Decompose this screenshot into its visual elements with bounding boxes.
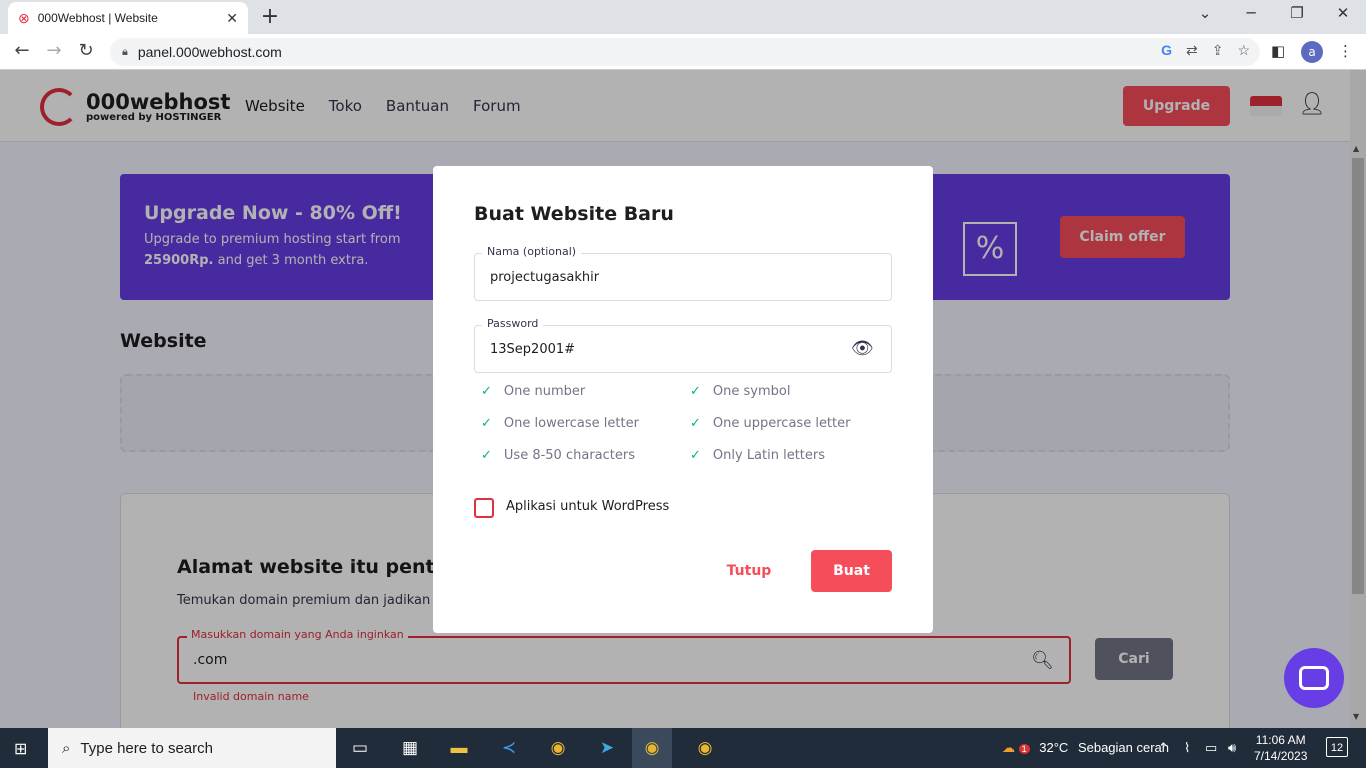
close-window-icon[interactable]: ✕ xyxy=(1320,4,1366,22)
password-label: Password xyxy=(482,317,544,330)
profile-avatar[interactable]: a xyxy=(1301,41,1323,63)
check-icon: ✓ xyxy=(690,448,701,463)
chat-icon xyxy=(1299,666,1329,690)
browser-tab-bar: ⊗ 000Webhost | Website ✕ + ⌄ ─ ❐ ✕ xyxy=(0,0,1366,34)
file-explorer-icon[interactable]: ▬ xyxy=(439,734,479,762)
telegram-icon[interactable]: ➤ xyxy=(587,734,627,762)
password-input[interactable]: 13Sep2001# xyxy=(474,325,892,373)
weather-icon: ☁ xyxy=(1002,740,1015,755)
store-icon[interactable]: ▦ xyxy=(390,734,430,762)
reload-icon[interactable]: ↻ xyxy=(74,40,98,61)
weather-widget[interactable]: ☁ 1 32°C Sebagian cerah xyxy=(1002,740,1169,756)
address-bar[interactable]: 🔒︎ panel.000webhost.com G ⇄ ⇪ ☆ xyxy=(110,38,1260,66)
restore-icon[interactable]: ❐ xyxy=(1274,4,1320,22)
search-icon: ⌕ xyxy=(62,739,71,757)
weather-temp: 32°C xyxy=(1039,740,1069,755)
requirement-item: ✓ One uppercase letter xyxy=(690,416,851,431)
windows-taskbar: ⊞ ⌕ Type here to search ▭ ▦ ▬ ≺ ◉ ➤ ◉ ◉ … xyxy=(0,728,1366,768)
check-icon: ✓ xyxy=(481,448,492,463)
requirement-item: ✓ Use 8-50 characters xyxy=(481,448,635,463)
browser-toolbar: ← → ↻ 🔒︎ panel.000webhost.com G ⇄ ⇪ ☆ ◧ … xyxy=(0,34,1366,70)
site-favicon-icon: ⊗ xyxy=(18,9,30,26)
clock-time: 11:06 AM xyxy=(1255,733,1306,747)
menu-kebab-icon[interactable]: ⋮ xyxy=(1338,42,1353,60)
google-icon[interactable]: G xyxy=(1161,42,1172,59)
new-tab-icon[interactable]: + xyxy=(258,4,282,29)
requirement-item: ✓ One lowercase letter xyxy=(481,416,639,431)
check-icon: ✓ xyxy=(690,384,701,399)
website-name-label: Nama (optional) xyxy=(482,245,582,258)
chrome-profile-a-icon[interactable]: ◉ xyxy=(632,728,672,768)
requirement-item: ✓ Only Latin letters xyxy=(690,448,826,463)
volume-icon[interactable]: 🔊︎ xyxy=(1228,740,1236,756)
minimize-icon[interactable]: ─ xyxy=(1228,4,1274,22)
weather-badge: 1 xyxy=(1018,744,1030,754)
create-button[interactable]: Buat xyxy=(811,550,892,592)
taskbar-clock[interactable]: 11:06 AM 7/14/2023 xyxy=(1254,732,1307,764)
windows-start-icon[interactable]: ⊞ xyxy=(14,739,27,759)
tab-title: 000Webhost | Website xyxy=(37,11,158,25)
toggle-password-visibility-icon[interactable]: 👁︎ xyxy=(851,338,874,359)
translate-icon[interactable]: ⇄ xyxy=(1186,42,1198,59)
create-website-modal: Buat Website Baru projectugasakhir Nama … xyxy=(433,166,933,633)
notification-center-icon[interactable]: 12 xyxy=(1326,737,1348,757)
website-name-input[interactable]: projectugasakhir xyxy=(474,253,892,301)
chat-support-button[interactable] xyxy=(1284,648,1344,708)
show-hidden-icons-icon[interactable]: ⌃ xyxy=(1158,740,1169,756)
check-icon: ✓ xyxy=(481,416,492,431)
wordpress-checkbox-label[interactable]: Aplikasi untuk WordPress xyxy=(506,499,669,514)
check-icon: ✓ xyxy=(690,416,701,431)
taskbar-search-placeholder: Type here to search xyxy=(80,739,213,757)
browser-tab[interactable]: ⊗ 000Webhost | Website ✕ xyxy=(8,2,248,34)
network-icon[interactable]: ⌇ xyxy=(1184,740,1190,756)
tab-search-icon[interactable]: ⌄ xyxy=(1182,4,1228,22)
battery-icon[interactable]: ▭ xyxy=(1205,740,1217,756)
lock-icon: 🔒︎ xyxy=(122,45,128,58)
close-button[interactable]: Tutup xyxy=(719,550,779,592)
close-tab-icon[interactable]: ✕ xyxy=(226,10,238,27)
forward-icon[interactable]: → xyxy=(42,40,66,61)
modal-title: Buat Website Baru xyxy=(474,203,674,225)
url-text: panel.000webhost.com xyxy=(137,44,282,60)
chrome-profile-b-icon[interactable]: ◉ xyxy=(685,734,725,762)
side-panel-icon[interactable]: ◧ xyxy=(1271,42,1285,60)
task-view-icon[interactable]: ▭ xyxy=(340,734,380,762)
taskbar-search[interactable]: ⌕ Type here to search xyxy=(48,728,336,768)
weather-text: Sebagian cerah xyxy=(1077,740,1170,755)
share-icon[interactable]: ⇪ xyxy=(1212,42,1224,59)
chrome-icon[interactable]: ◉ xyxy=(538,734,578,762)
vscode-icon[interactable]: ≺ xyxy=(489,734,529,762)
check-icon: ✓ xyxy=(481,384,492,399)
bookmark-star-icon[interactable]: ☆ xyxy=(1237,42,1250,59)
requirement-item: ✓ One number xyxy=(481,384,586,399)
clock-date: 7/14/2023 xyxy=(1254,749,1308,763)
wordpress-checkbox[interactable] xyxy=(474,498,494,518)
back-icon[interactable]: ← xyxy=(10,40,34,61)
requirement-item: ✓ One symbol xyxy=(690,384,791,399)
